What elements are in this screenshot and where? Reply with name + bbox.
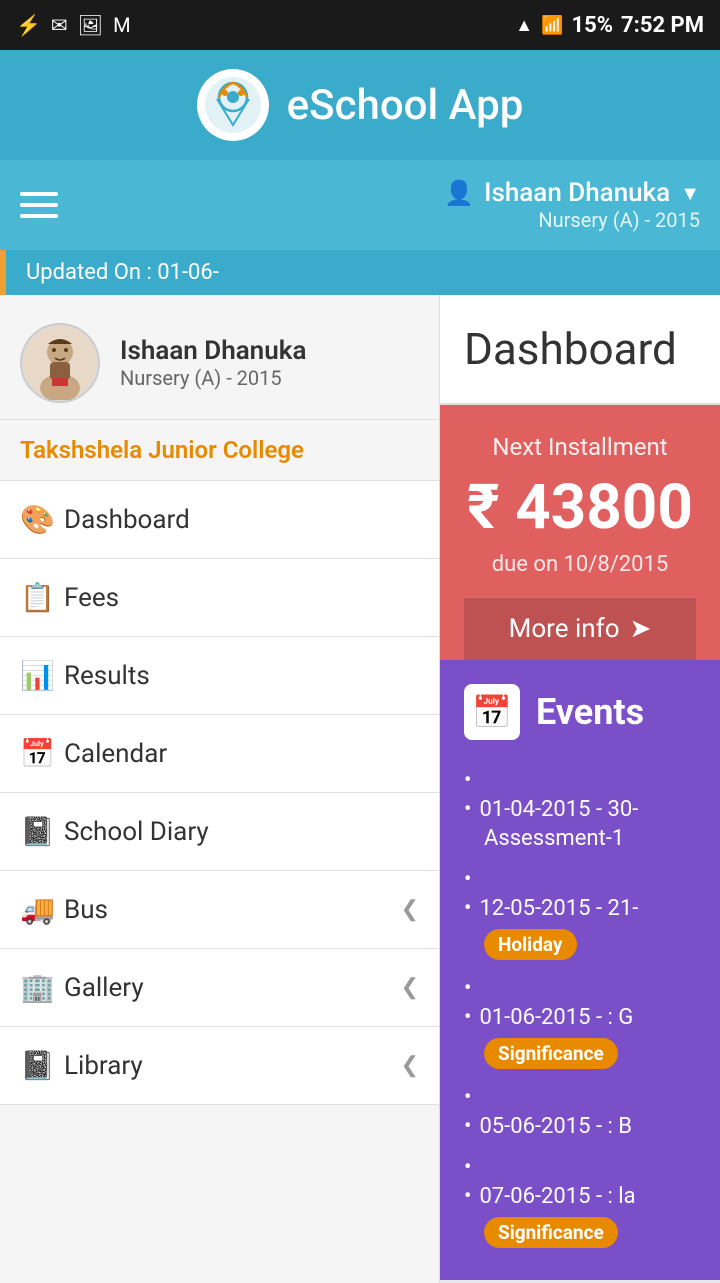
school-name: Takshshela Junior College: [0, 420, 439, 481]
gmail-icon: M: [113, 13, 130, 37]
profile-name: Ishaan Dhanuka: [120, 336, 306, 366]
results-icon: 📊: [20, 659, 64, 692]
profile-section: Ishaan Dhanuka Nursery (A) - 2015: [0, 295, 439, 420]
usb-icon: ⚡: [16, 13, 41, 37]
events-list: • 01-04-2015 - 30- Assessment-1 • 12-05-…: [464, 760, 696, 1256]
app-header: eSchool App: [0, 50, 720, 160]
profile-class: Nursery (A) - 2015: [120, 366, 306, 390]
hamburger-menu[interactable]: [20, 192, 58, 218]
image-icon: 🖼: [78, 13, 103, 37]
more-info-button[interactable]: More info ➤: [464, 597, 696, 660]
main-layout: Ishaan Dhanuka Nursery (A) - 2015 Takshs…: [0, 295, 720, 1283]
sidebar-item-results[interactable]: 📊 Results: [0, 637, 439, 715]
dropdown-icon: ▼: [680, 181, 700, 206]
arrow-icon: ❮: [401, 897, 419, 922]
bullet: •: [464, 1114, 471, 1139]
status-icons-right: ▲ 📶 15% 7:52 PM: [515, 13, 704, 38]
battery-text: 15%: [572, 13, 614, 38]
arrow-right-icon: ➤: [630, 614, 652, 644]
fees-icon: 📋: [20, 581, 64, 614]
sidebar-item-dashboard[interactable]: 🎨 Dashboard: [0, 481, 439, 559]
signal-icon: 📶: [541, 15, 563, 36]
bullet: •: [464, 1005, 471, 1030]
events-card: 📅 Events • 01-04-2015 - 30- Assessment-1…: [440, 660, 720, 1280]
significance-badge: Significance: [484, 1038, 618, 1069]
sidebar-item-label: Results: [64, 661, 419, 691]
library-icon: 📓: [20, 1049, 64, 1082]
sidebar-item-gallery[interactable]: 🏢 Gallery ❮: [0, 949, 439, 1027]
status-icons-left: ⚡ ✉ 🖼 M: [16, 13, 131, 37]
user-icon: 👤: [444, 179, 474, 207]
sidebar-item-label: Dashboard: [64, 505, 419, 535]
events-title: Events: [536, 691, 644, 733]
nav-user-class: Nursery (A) - 2015: [538, 208, 700, 232]
update-text: Updated On : 01-06-: [26, 260, 219, 285]
bullet: •: [464, 896, 471, 921]
holiday-badge: Holiday: [484, 929, 577, 960]
calendar-icon: 📅: [20, 737, 64, 770]
avatar: [20, 323, 100, 403]
sidebar-item-label: School Diary: [64, 817, 419, 847]
email-icon: ✉: [51, 13, 68, 37]
sidebar: Ishaan Dhanuka Nursery (A) - 2015 Takshs…: [0, 295, 440, 1283]
nav-bar: 👤 Ishaan Dhanuka ▼ Nursery (A) - 2015: [0, 160, 720, 250]
school-diary-icon: 📓: [20, 815, 64, 848]
sidebar-item-label: Calendar: [64, 739, 419, 769]
sidebar-item-fees[interactable]: 📋 Fees: [0, 559, 439, 637]
list-item: • 12-05-2015 - 21- Holiday: [464, 859, 696, 968]
bullet: •: [464, 797, 471, 822]
list-item: • 05-06-2015 - : B: [464, 1077, 696, 1147]
sidebar-item-label: Bus: [64, 895, 401, 925]
list-item: • 01-04-2015 - 30- Assessment-1: [464, 760, 696, 859]
arrow-icon: ❮: [401, 1053, 419, 1078]
significance-badge: Significance: [484, 1217, 618, 1248]
events-header: 📅 Events: [464, 684, 696, 740]
right-panel: Dashboard Next Installment ₹ 43800 due o…: [440, 295, 720, 1283]
fee-amount: ₹ 43800: [464, 471, 696, 544]
arrow-icon: ❮: [401, 975, 419, 1000]
events-calendar-icon: 📅: [464, 684, 520, 740]
list-item: • 01-06-2015 - : G Significance: [464, 968, 696, 1077]
sidebar-item-library[interactable]: 📓 Library ❮: [0, 1027, 439, 1105]
dashboard-header: Dashboard: [440, 295, 720, 405]
time-display: 7:52 PM: [621, 13, 704, 38]
sidebar-item-school-diary[interactable]: 📓 School Diary: [0, 793, 439, 871]
app-title: eSchool App: [287, 81, 524, 130]
nav-user-name: Ishaan Dhanuka: [484, 178, 670, 208]
profile-text: Ishaan Dhanuka Nursery (A) - 2015: [120, 336, 306, 390]
app-logo: [197, 69, 269, 141]
sidebar-item-calendar[interactable]: 📅 Calendar: [0, 715, 439, 793]
wifi-icon: ▲: [515, 15, 533, 36]
sidebar-item-label: Gallery: [64, 973, 401, 1003]
status-bar: ⚡ ✉ 🖼 M ▲ 📶 15% 7:52 PM: [0, 0, 720, 50]
sidebar-item-label: Fees: [64, 583, 419, 613]
sidebar-item-label: Library: [64, 1051, 401, 1081]
fee-label: Next Installment: [464, 433, 696, 461]
bullet: •: [464, 1184, 471, 1209]
more-info-label: More info: [509, 614, 620, 644]
dashboard-title: Dashboard: [464, 323, 696, 375]
list-item: • 07-06-2015 - : la Significance: [464, 1147, 696, 1256]
dashboard-icon: 🎨: [20, 503, 64, 536]
user-info[interactable]: 👤 Ishaan Dhanuka ▼ Nursery (A) - 2015: [444, 178, 700, 232]
fee-card: Next Installment ₹ 43800 due on 10/8/201…: [440, 405, 720, 660]
update-banner: Updated On : 01-06-: [0, 250, 720, 295]
bus-icon: 🚚: [20, 893, 64, 926]
fee-due: due on 10/8/2015: [464, 552, 696, 577]
gallery-icon: 🏢: [20, 971, 64, 1004]
sidebar-item-bus[interactable]: 🚚 Bus ❮: [0, 871, 439, 949]
